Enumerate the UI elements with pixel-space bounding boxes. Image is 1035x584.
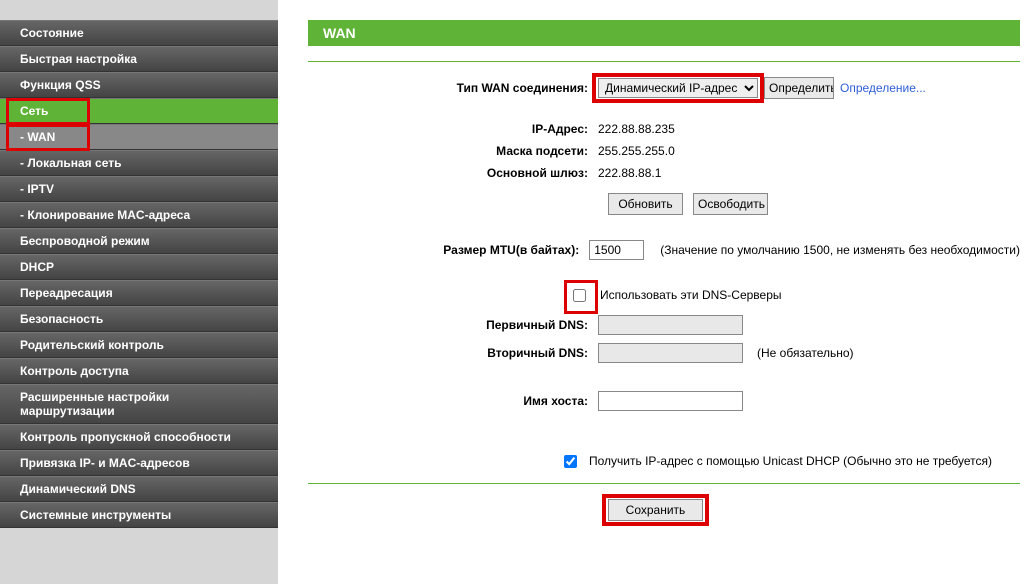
update-button[interactable]: Обновить — [608, 193, 683, 215]
sidebar: Состояние Быстрая настройка Функция QSS … — [0, 0, 278, 584]
label-host: Имя хоста: — [308, 394, 598, 408]
conn-type-select[interactable]: Динамический IP-адрес — [598, 78, 758, 98]
divider-bottom — [308, 483, 1020, 484]
sidebar-item-forwarding[interactable]: Переадресация — [0, 280, 278, 306]
sidebar-item-iptv[interactable]: - IPTV — [0, 176, 278, 202]
sidebar-item-mac-clone[interactable]: - Клонирование MAC-адреса — [0, 202, 278, 228]
sidebar-item-network[interactable]: Сеть — [0, 98, 278, 124]
unicast-label: Получить IP-адрес с помощью Unicast DHCP… — [589, 454, 992, 468]
sidebar-item-bandwidth[interactable]: Контроль пропускной способности — [0, 424, 278, 450]
host-input[interactable] — [598, 391, 743, 411]
sidebar-item-wan[interactable]: - WAN — [0, 124, 278, 150]
label-mask: Маска подсети: — [308, 144, 598, 158]
sidebar-item-status[interactable]: Состояние — [0, 20, 278, 46]
value-gateway: 222.88.88.1 — [598, 166, 661, 180]
sidebar-item-system-tools[interactable]: Системные инструменты — [0, 502, 278, 528]
dns2-hint: (Не обязательно) — [757, 346, 854, 360]
sidebar-item-lan[interactable]: - Локальная сеть — [0, 150, 278, 176]
mtu-input[interactable] — [589, 240, 644, 260]
value-mask: 255.255.255.0 — [598, 144, 675, 158]
mtu-hint: (Значение по умолчанию 1500, не изменять… — [660, 243, 1020, 257]
sidebar-item-quick-setup[interactable]: Быстрая настройка — [0, 46, 278, 72]
label-gateway: Основной шлюз: — [308, 166, 598, 180]
use-dns-checkbox[interactable] — [573, 289, 586, 302]
page-title: WAN — [308, 20, 1020, 46]
dns1-input[interactable] — [598, 315, 743, 335]
label-mtu: Размер MTU(в байтах): — [308, 243, 589, 257]
sidebar-item-routing[interactable]: Расширенные настройки маршрутизации — [0, 384, 278, 424]
use-dns-label: Использовать эти DNS-Серверы — [600, 288, 782, 302]
detect-button[interactable]: Определить — [764, 77, 834, 99]
sidebar-item-dhcp[interactable]: DHCP — [0, 254, 278, 280]
label-ip: IP-Адрес: — [308, 122, 598, 136]
unicast-checkbox[interactable] — [564, 455, 577, 468]
divider — [308, 61, 1020, 62]
value-ip: 222.88.88.235 — [598, 122, 675, 136]
label-dns1: Первичный DNS: — [308, 318, 598, 332]
sidebar-item-security[interactable]: Безопасность — [0, 306, 278, 332]
release-button[interactable]: Освободить — [693, 193, 768, 215]
sidebar-item-ip-mac-binding[interactable]: Привязка IP- и MAC-адресов — [0, 450, 278, 476]
sidebar-item-ddns[interactable]: Динамический DNS — [0, 476, 278, 502]
dns2-input[interactable] — [598, 343, 743, 363]
detecting-link[interactable]: Определение... — [840, 81, 926, 95]
sidebar-item-access-control[interactable]: Контроль доступа — [0, 358, 278, 384]
main-content: WAN Тип WAN соединения: Динамический IP-… — [278, 0, 1035, 584]
save-button[interactable]: Сохранить — [608, 499, 703, 521]
sidebar-item-wireless[interactable]: Беспроводной режим — [0, 228, 278, 254]
sidebar-item-qss[interactable]: Функция QSS — [0, 72, 278, 98]
label-dns2: Вторичный DNS: — [308, 346, 598, 360]
label-conn-type: Тип WAN соединения: — [308, 81, 598, 95]
sidebar-item-parental[interactable]: Родительский контроль — [0, 332, 278, 358]
